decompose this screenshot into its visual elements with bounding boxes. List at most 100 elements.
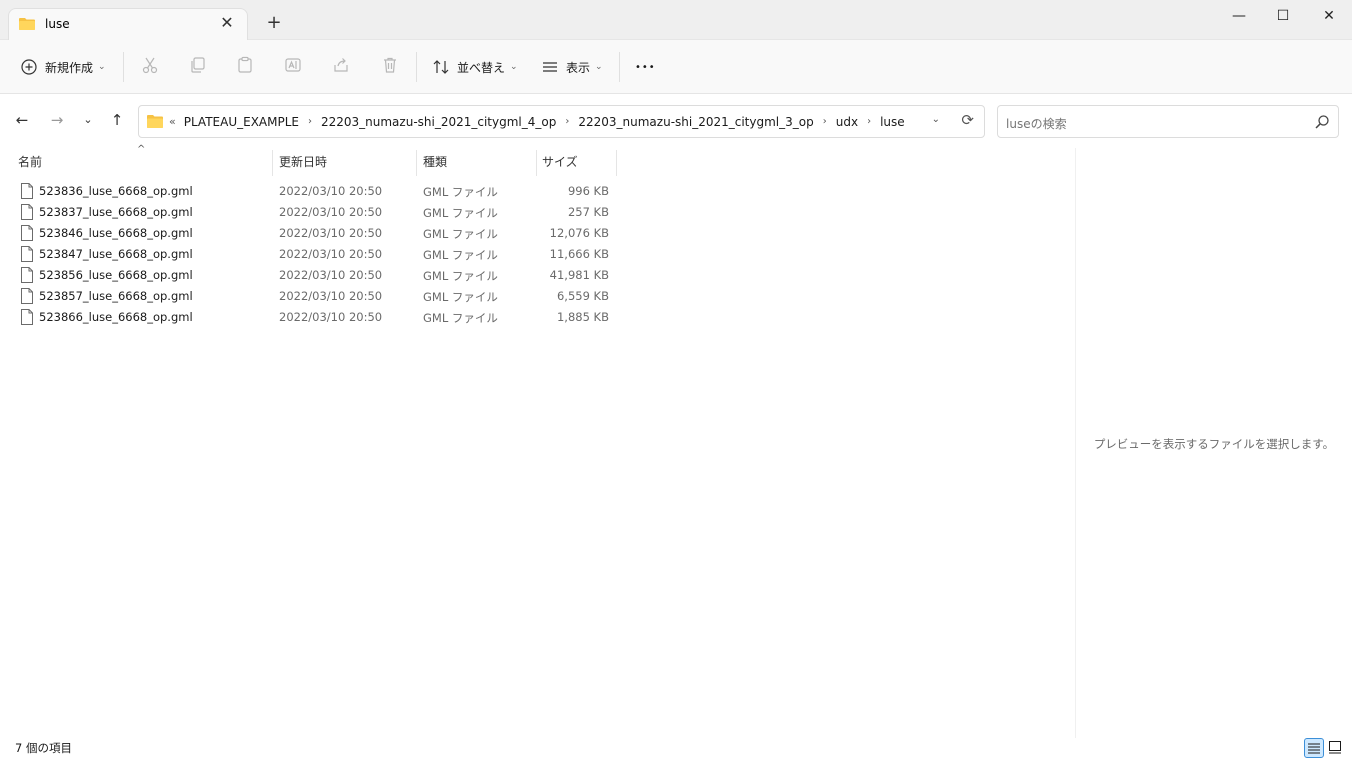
breadcrumb-overflow[interactable]: « xyxy=(169,115,176,128)
toolbar-divider xyxy=(416,52,417,82)
share-icon[interactable] xyxy=(330,56,352,78)
search-placeholder: luseの検索 xyxy=(1006,117,1067,131)
file-size: 6,559 KB xyxy=(556,289,609,303)
column-divider[interactable] xyxy=(536,150,537,176)
sort-button[interactable]: 並べ替え ⌄ xyxy=(432,54,518,80)
breadcrumb-item[interactable]: udx xyxy=(836,115,858,129)
folder-icon xyxy=(19,18,35,30)
column-header-size[interactable]: サイズ xyxy=(542,152,578,176)
search-icon xyxy=(1315,115,1329,129)
chevron-right-icon[interactable]: › xyxy=(308,116,312,127)
delete-icon[interactable] xyxy=(379,56,401,78)
new-button[interactable]: 新規作成 ⌄ xyxy=(20,54,106,80)
file-name: 523866_luse_6668_op.gml xyxy=(39,310,193,324)
new-tab-button[interactable]: + xyxy=(264,13,284,33)
file-size: 1,885 KB xyxy=(556,310,609,324)
chevron-right-icon[interactable]: › xyxy=(823,116,827,127)
rename-icon[interactable] xyxy=(282,56,304,78)
sort-icon xyxy=(433,60,449,74)
view-button[interactable]: 表示 ⌄ xyxy=(541,54,603,80)
column-divider[interactable] xyxy=(416,150,417,176)
file-icon xyxy=(21,225,33,241)
cut-icon[interactable] xyxy=(139,56,161,78)
tab-luse[interactable]: luse ✕ xyxy=(8,8,248,40)
chevron-right-icon[interactable]: › xyxy=(867,116,871,127)
file-date: 2022/03/10 20:50 xyxy=(279,289,383,303)
breadcrumb-item[interactable]: 22203_numazu-shi_2021_citygml_4_op xyxy=(321,115,556,129)
minimize-button[interactable]: — xyxy=(1216,0,1262,32)
file-type: GML ファイル xyxy=(423,185,498,199)
column-divider[interactable] xyxy=(272,150,273,176)
file-date: 2022/03/10 20:50 xyxy=(279,247,383,261)
file-size: 996 KB xyxy=(567,184,609,198)
file-type: GML ファイル xyxy=(423,290,498,304)
title-bar: luse ✕ + — ☐ ✕ xyxy=(0,0,1352,40)
file-icon xyxy=(21,267,33,283)
plus-circle-icon xyxy=(21,59,37,75)
file-date: 2022/03/10 20:50 xyxy=(279,205,383,219)
recent-locations-chevron-icon[interactable]: ⌄ xyxy=(77,109,99,131)
sort-ascending-icon: ^ xyxy=(137,144,146,155)
copy-icon[interactable] xyxy=(187,56,209,78)
column-header-name[interactable]: 名前 xyxy=(18,152,42,176)
back-arrow-icon[interactable]: ← xyxy=(11,109,33,131)
toolbar-divider xyxy=(123,52,124,82)
chevron-down-icon: ⌄ xyxy=(595,62,603,72)
view-button-label: 表示 xyxy=(566,60,591,75)
file-row[interactable]: 523856_luse_6668_op.gml 2022/03/10 20:50… xyxy=(0,265,1075,286)
maximize-button[interactable]: ☐ xyxy=(1260,0,1306,32)
item-count: 7 個の項目 xyxy=(15,741,72,755)
file-date: 2022/03/10 20:50 xyxy=(279,226,383,240)
file-icon xyxy=(21,288,33,304)
file-row[interactable]: 523836_luse_6668_op.gml 2022/03/10 20:50… xyxy=(0,181,1075,202)
chevron-right-icon[interactable]: › xyxy=(565,116,569,127)
folder-icon xyxy=(147,115,163,128)
file-icon xyxy=(21,183,33,199)
up-arrow-icon[interactable]: ↑ xyxy=(106,109,128,131)
file-row[interactable]: 523857_luse_6668_op.gml 2022/03/10 20:50… xyxy=(0,286,1075,307)
close-tab-icon[interactable]: ✕ xyxy=(217,13,237,33)
file-date: 2022/03/10 20:50 xyxy=(279,268,383,282)
search-box[interactable]: luseの検索 xyxy=(997,105,1339,138)
chevron-down-icon: ⌄ xyxy=(98,62,106,72)
file-name: 523856_luse_6668_op.gml xyxy=(39,268,193,282)
preview-message: プレビューを表示するファイルを選択します。 xyxy=(1093,437,1335,451)
breadcrumb-item[interactable]: PLATEAU_EXAMPLE xyxy=(184,115,299,129)
file-icon xyxy=(21,309,33,325)
breadcrumb-item[interactable]: 22203_numazu-shi_2021_citygml_3_op xyxy=(578,115,813,129)
details-view-icon xyxy=(1308,743,1320,754)
refresh-icon[interactable]: ⟳ xyxy=(961,111,974,129)
file-type: GML ファイル xyxy=(423,206,498,220)
file-size: 11,666 KB xyxy=(549,247,609,261)
file-row[interactable]: 523837_luse_6668_op.gml 2022/03/10 20:50… xyxy=(0,202,1075,223)
close-window-button[interactable]: ✕ xyxy=(1306,0,1352,32)
file-size: 257 KB xyxy=(567,205,609,219)
address-dropdown-chevron-icon[interactable]: ⌄ xyxy=(932,114,940,125)
file-row[interactable]: 523847_luse_6668_op.gml 2022/03/10 20:50… xyxy=(0,244,1075,265)
file-date: 2022/03/10 20:50 xyxy=(279,310,383,324)
file-name: 523837_luse_6668_op.gml xyxy=(39,205,193,219)
file-size: 41,981 KB xyxy=(549,268,609,282)
more-options-button[interactable]: ••• xyxy=(635,54,656,80)
file-icon xyxy=(21,204,33,220)
forward-arrow-icon[interactable]: → xyxy=(46,109,68,131)
file-row[interactable]: 523846_luse_6668_op.gml 2022/03/10 20:50… xyxy=(0,223,1075,244)
address-bar[interactable]: « PLATEAU_EXAMPLE › 22203_numazu-shi_202… xyxy=(138,105,985,138)
column-divider[interactable] xyxy=(616,150,617,176)
file-name: 523846_luse_6668_op.gml xyxy=(39,226,193,240)
column-header-date[interactable]: 更新日時 xyxy=(279,152,327,176)
file-list: 523836_luse_6668_op.gml 2022/03/10 20:50… xyxy=(0,181,1075,328)
details-view-button[interactable] xyxy=(1304,738,1324,758)
new-button-label: 新規作成 xyxy=(45,60,94,75)
breadcrumb-item[interactable]: luse xyxy=(880,115,905,129)
navigation-bar: ← → ⌄ ↑ « PLATEAU_EXAMPLE › 22203_numazu… xyxy=(0,95,1352,147)
file-type: GML ファイル xyxy=(423,269,498,283)
file-type: GML ファイル xyxy=(423,227,498,241)
file-row[interactable]: 523866_luse_6668_op.gml 2022/03/10 20:50… xyxy=(0,307,1075,328)
paste-icon[interactable] xyxy=(234,56,256,78)
breadcrumb: « PLATEAU_EXAMPLE › 22203_numazu-shi_202… xyxy=(169,106,905,137)
column-header-type[interactable]: 種類 xyxy=(423,152,447,176)
large-icons-view-button[interactable] xyxy=(1326,738,1346,758)
large-icons-view-icon xyxy=(1329,741,1341,754)
file-name: 523847_luse_6668_op.gml xyxy=(39,247,193,261)
